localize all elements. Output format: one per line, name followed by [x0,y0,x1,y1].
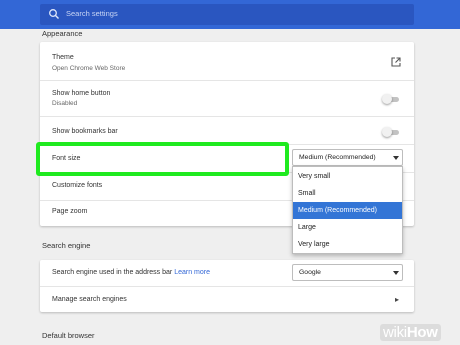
font-size-highlight: Font size [36,142,289,176]
font-size-select-value: Medium (Recommended) [299,154,376,161]
page-zoom-title: Page zoom [52,208,88,215]
search-engine-title-text: Search engine used in the address bar [52,269,173,276]
font-size-option-medium[interactable]: Medium (Recommended) [293,202,402,219]
home-button-toggle[interactable] [382,94,400,104]
search-placeholder: Search settings [66,9,118,18]
search-engine-title: Search engine used in the address bar Le… [52,269,210,276]
section-heading-default-browser: Default browser [42,331,95,340]
search-engine-select-value: Google [299,269,321,276]
manage-search-engines-title: Manage search engines [52,296,127,303]
font-size-title: Font size [52,155,81,162]
theme-title: Theme [52,54,74,61]
search-engine-row[interactable]: Search engine used in the address bar Le… [40,260,414,286]
chevron-down-icon [393,271,399,275]
font-size-dropdown: Very small Small Medium (Recommended) La… [292,166,403,254]
section-heading-appearance: Appearance [42,29,83,38]
search-input[interactable]: Search settings [40,4,414,25]
bookmarks-bar-title: Show bookmarks bar [52,128,118,135]
theme-row[interactable]: Theme Open Chrome Web Store [40,42,414,80]
home-button-subtitle: Disabled [52,100,78,107]
settings-toolbar: Search settings [0,0,460,29]
section-heading-search-engine: Search engine [42,241,91,250]
manage-search-engines-row[interactable]: Manage search engines ▸ [40,286,414,312]
font-size-select[interactable]: Medium (Recommended) [292,149,403,166]
customize-fonts-title: Customize fonts [52,182,103,189]
font-size-option-large[interactable]: Large [293,219,402,236]
font-size-option-small[interactable]: Small [293,185,402,202]
search-engine-card: Search engine used in the address bar Le… [40,260,414,312]
font-size-option-very-large[interactable]: Very large [293,236,402,253]
font-size-option-very-small[interactable]: Very small [293,168,402,185]
watermark-how: How [406,324,438,341]
wikihow-watermark: wikiHow [380,324,441,341]
chevron-down-icon [393,156,399,160]
learn-more-link[interactable]: Learn more [174,269,210,276]
theme-subtitle: Open Chrome Web Store [52,65,126,72]
bookmarks-bar-toggle[interactable] [382,127,400,137]
open-in-new-icon[interactable] [391,57,401,67]
chevron-right-icon: ▸ [395,295,400,304]
home-button-title: Show home button [52,90,111,97]
home-button-row[interactable]: Show home button Disabled [40,80,414,116]
search-icon [49,9,59,19]
bookmarks-bar-row[interactable]: Show bookmarks bar [40,116,414,144]
search-engine-select[interactable]: Google [292,264,403,281]
watermark-wiki: wiki [383,324,407,341]
